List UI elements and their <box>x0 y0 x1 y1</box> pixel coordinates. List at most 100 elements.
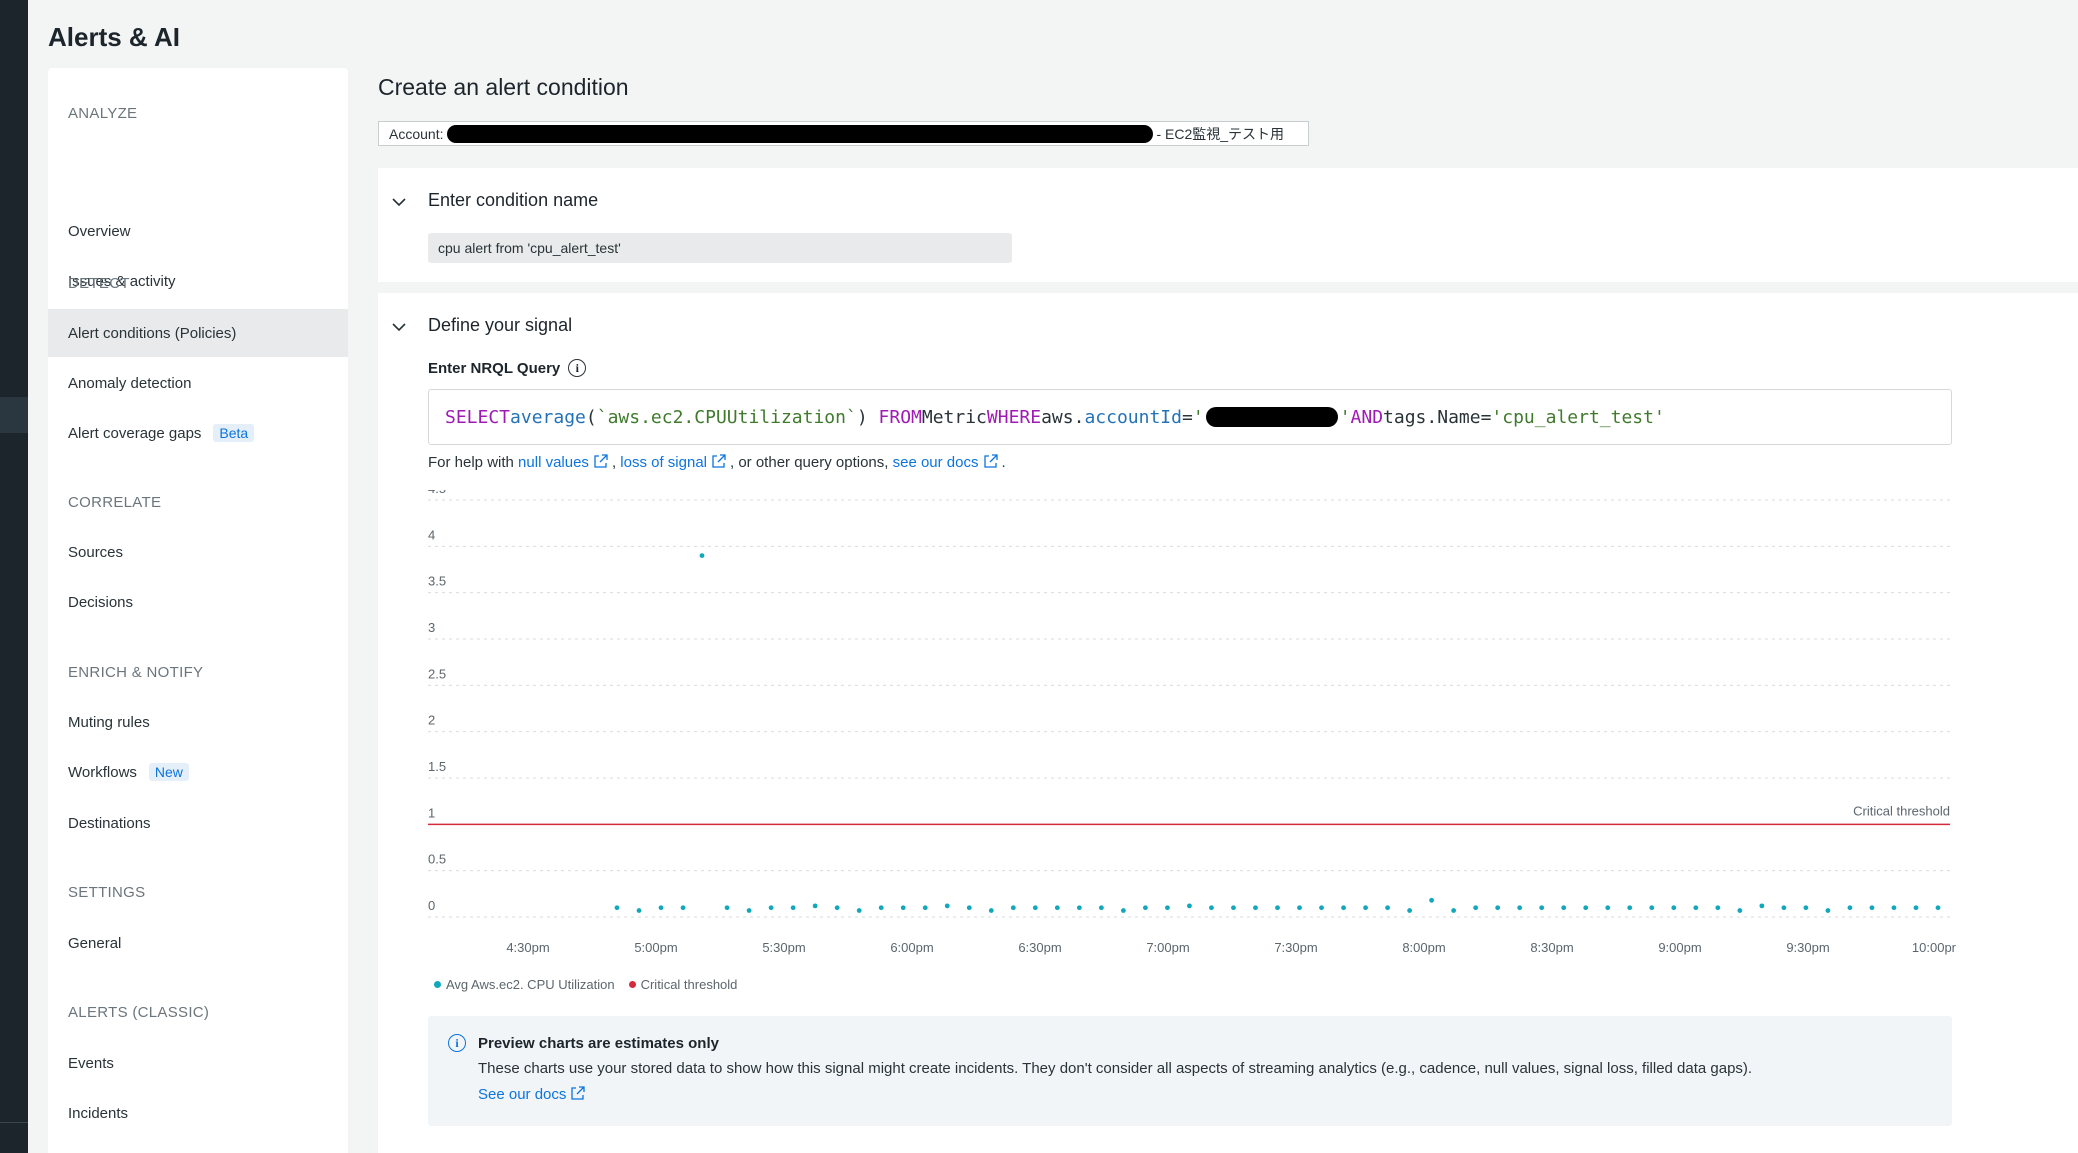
data-point <box>1032 905 1038 911</box>
notice-docs-link[interactable]: See our docs <box>478 1086 589 1103</box>
data-point <box>1935 905 1941 911</box>
data-point <box>1517 905 1523 911</box>
data-point <box>1473 905 1479 911</box>
define-signal-title: Define your signal <box>428 315 573 335</box>
query-eq: = <box>1182 406 1193 428</box>
data-point <box>812 903 818 909</box>
data-point <box>1825 908 1831 913</box>
data-point <box>1165 905 1170 911</box>
sidebar-item-decisions[interactable]: Decisions <box>48 578 348 626</box>
x-tick-label: 10:00pr <box>1912 940 1956 955</box>
y-tick-label: 0 <box>428 898 435 913</box>
new-badge: New <box>148 763 189 781</box>
data-point <box>1253 905 1258 911</box>
data-point <box>1385 905 1390 911</box>
data-point <box>790 905 796 911</box>
critical-threshold-label: Critical threshold <box>1853 803 1950 818</box>
data-point <box>1781 905 1787 911</box>
notice-link-text[interactable]: See our docs <box>478 1086 566 1103</box>
external-link-icon <box>983 454 998 468</box>
nrql-query-editor[interactable]: SELECT average(`aws.ec2.CPUUtilization`)… <box>428 389 1952 445</box>
threshold-dot-icon <box>628 981 636 988</box>
data-point <box>966 905 972 911</box>
global-nav-selected-item[interactable] <box>0 397 28 433</box>
legend-series[interactable]: Avg Aws.ec2. CPU Utilization <box>434 977 615 992</box>
condition-name-card: Enter condition name <box>378 168 2078 282</box>
data-point <box>1341 905 1346 911</box>
info-icon[interactable]: i <box>568 359 587 377</box>
sidebar-item-incidents[interactable]: Incidents <box>48 1089 348 1137</box>
sidebar-item-label: Events <box>68 1054 114 1072</box>
data-point <box>1539 905 1545 911</box>
data-point <box>1363 905 1368 911</box>
data-point <box>1671 905 1677 911</box>
help-middle: , or other query options, <box>730 454 889 471</box>
sidebar-item-events[interactable]: Events <box>48 1039 348 1087</box>
help-end: . <box>1001 454 1006 471</box>
sidebar-item-general[interactable]: General <box>48 919 348 967</box>
condition-name-input[interactable] <box>428 233 1012 263</box>
data-point <box>834 905 840 911</box>
data-point <box>1209 905 1214 911</box>
legend-series-label: Avg Aws.ec2. CPU Utilization <box>446 977 615 992</box>
x-tick-label: 5:30pm <box>762 940 805 955</box>
x-tick-label: 5:00pm <box>634 940 677 955</box>
sidebar-item-label: General <box>68 934 122 952</box>
null-values-link[interactable]: null values <box>518 454 589 471</box>
sidebar-item-sources[interactable]: Sources <box>48 528 348 576</box>
sidebar-item-workflows[interactable]: Workflows New <box>48 748 348 796</box>
sidebar-item-overview[interactable]: Overview <box>48 207 348 255</box>
info-icon: i <box>448 1034 466 1052</box>
sidebar-item-label: Sources <box>68 543 124 561</box>
query-help-text: For help with null values, loss of signa… <box>428 454 1006 471</box>
nrql-label-text: Enter NRQL Query <box>428 359 561 377</box>
beta-badge: Beta <box>213 424 255 442</box>
query-and-keyword: AND <box>1350 406 1384 428</box>
query-value2: 'cpu_alert_test' <box>1491 406 1665 428</box>
query-attr1-prefix: aws. <box>1041 406 1085 428</box>
global-nav-divider <box>0 1122 28 1123</box>
sidebar-section-alerts-classic: ALERTS (CLASSIC) <box>68 1004 210 1021</box>
data-point <box>1120 908 1126 913</box>
external-link-icon <box>712 454 726 468</box>
data-point <box>922 905 928 911</box>
redacted-account-id <box>1205 407 1338 427</box>
sidebar-item-anomaly-detection[interactable]: Anomaly detection <box>48 359 348 407</box>
data-point <box>1143 905 1148 911</box>
data-point <box>1275 905 1280 911</box>
y-tick-label: 3 <box>428 620 435 635</box>
legend-threshold[interactable]: Critical threshold <box>628 977 738 992</box>
query-function: average <box>510 406 586 428</box>
loss-of-signal-link[interactable]: loss of signal <box>620 454 707 471</box>
x-tick-label: 7:00pm <box>1146 940 1189 955</box>
see-our-docs-link[interactable]: see our docs <box>893 454 979 471</box>
data-point <box>1076 905 1082 911</box>
sidebar-item-alert-coverage-gaps[interactable]: Alert coverage gaps Beta <box>48 409 348 457</box>
account-selector[interactable]: Account: - EC2監視_テスト用 <box>378 121 1309 146</box>
legend-threshold-label: Critical threshold <box>640 977 738 992</box>
external-link-icon <box>571 1086 586 1100</box>
data-point <box>856 908 862 913</box>
data-point <box>1561 905 1567 911</box>
y-tick-label: 3.5 <box>428 574 446 589</box>
notice-title: Preview charts are estimates only <box>478 1035 719 1052</box>
data-point <box>636 908 642 913</box>
chevron-down-icon[interactable] <box>390 318 408 336</box>
preview-notice: i Preview charts are estimates only Thes… <box>428 1016 1952 1126</box>
data-point <box>724 905 730 911</box>
data-point <box>1297 905 1302 911</box>
chevron-down-icon[interactable] <box>390 193 408 211</box>
data-point <box>1759 903 1765 909</box>
sidebar-item-destinations[interactable]: Destinations <box>48 799 348 847</box>
query-metric: `aws.ec2.CPUUtilization` <box>596 406 857 428</box>
data-point <box>1495 905 1501 911</box>
y-tick-label: 0.5 <box>428 852 446 867</box>
sidebar-item-alert-conditions[interactable]: Alert conditions (Policies) <box>48 309 348 357</box>
data-point <box>1054 905 1060 911</box>
sidebar-section-detect: DETECT <box>68 275 130 292</box>
query-from-keyword: FROM <box>878 406 922 428</box>
data-point <box>1693 905 1699 911</box>
data-point <box>1737 908 1743 913</box>
x-tick-label: 6:00pm <box>890 940 933 955</box>
sidebar-item-muting-rules[interactable]: Muting rules <box>48 698 348 746</box>
